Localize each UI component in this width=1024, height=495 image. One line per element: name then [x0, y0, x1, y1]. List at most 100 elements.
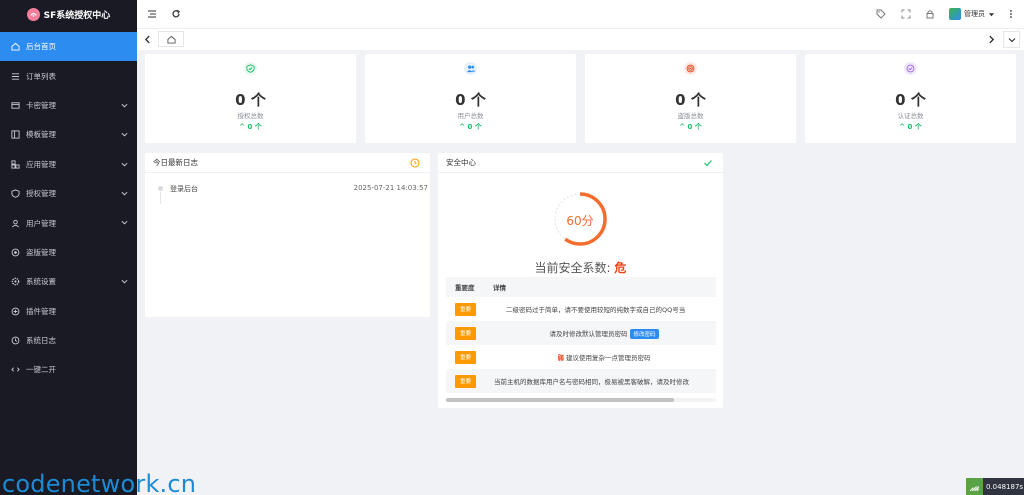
sidebar-item-dashboard[interactable]: 后台首页: [0, 32, 137, 62]
security-panel-header: 安全中心: [438, 153, 723, 173]
sidebar-item-logs[interactable]: 系统日志: [0, 326, 137, 355]
stat-card-licenses: 0 个 授权总数 ^ 0 个: [145, 54, 356, 143]
sidebar-item-label: 一键二开: [26, 365, 56, 375]
change-password-button[interactable]: 修改密码: [630, 328, 659, 339]
stat-card-verified: 0 个 认证总数 ^ 0 个: [805, 54, 1016, 143]
chevron-down-icon: [121, 221, 128, 225]
row-detail: 请及时修改默认管理员密码 修改密码: [492, 328, 716, 339]
trend-value: 0 个: [687, 123, 702, 131]
security-status-prefix: 当前安全系数:: [534, 261, 611, 275]
sidebar-item-apps[interactable]: 应用管理: [0, 150, 137, 179]
importance-badge: 重要: [455, 350, 476, 364]
sidebar-item-licenses[interactable]: 授权管理: [0, 179, 137, 208]
chevron-down-icon: [121, 279, 128, 284]
sidebar-item-label: 授权管理: [26, 189, 56, 199]
table-row: 重要 弱建议使用复杂一点管理员密码: [446, 345, 716, 369]
sidebar-item-piracy[interactable]: 盗版管理: [0, 238, 137, 267]
sidebar-item-plugins[interactable]: 插件管理: [0, 297, 137, 326]
target-icon: [684, 62, 697, 75]
clock-icon: [11, 336, 20, 345]
table-header-detail: 详情: [493, 284, 506, 292]
row-detail: 当前主机的数据库用户名与密码相同，极易被黑客破解，请及时修改: [494, 378, 689, 386]
tag-icon[interactable]: [876, 9, 886, 19]
verified-icon: [904, 62, 917, 75]
watermark: codenetwork.cn: [2, 470, 197, 495]
stat-card-piracy: 0 个 盗版总数 ^ 0 个: [585, 54, 796, 143]
weak-mark: 弱: [557, 354, 565, 362]
stat-value: 0 个: [455, 91, 486, 109]
avatar: [949, 8, 961, 20]
pirate-icon: [11, 248, 20, 257]
menu-toggle-icon[interactable]: [147, 9, 157, 19]
trend-up-icon: ^: [899, 123, 906, 131]
log-item: 登录后台 2025-07-21 14:03:57: [158, 184, 428, 204]
sidebar-item-redevelop[interactable]: 一键二开: [0, 355, 137, 384]
lock-icon[interactable]: [925, 9, 935, 19]
fullscreen-icon[interactable]: [901, 9, 911, 19]
stat-trend: ^ 0 个: [145, 122, 356, 132]
logo-icon: [26, 7, 40, 21]
sidebar-item-label: 系统日志: [26, 336, 56, 346]
tab-home[interactable]: [158, 31, 184, 47]
template-icon: [11, 130, 20, 139]
row-detail: 二级密码过于简单，请不要使用较短的纯数字或自己的QQ号当: [506, 306, 686, 314]
scroll-left-icon[interactable]: [143, 35, 152, 44]
trend-value: 0 个: [247, 123, 262, 131]
stat-label: 认证总数: [897, 112, 924, 120]
sidebar-item-label: 后台首页: [26, 42, 56, 52]
table-row: 重要 请及时修改默认管理员密码 修改密码: [446, 321, 716, 345]
sidebar-item-label: 订单列表: [26, 71, 56, 81]
stat-label: 授权总数: [237, 112, 264, 120]
importance-badge: 重要: [455, 326, 476, 340]
sidebar-item-users[interactable]: 用户管理: [0, 208, 137, 237]
security-status-level: 危: [614, 261, 627, 275]
list-icon: [11, 72, 20, 81]
gear-icon: [11, 277, 20, 286]
stat-value: 0 个: [675, 91, 706, 109]
stat-label: 盗版总数: [677, 112, 704, 120]
trend-up-icon: ^: [239, 123, 246, 131]
stat-trend: ^ 0 个: [585, 122, 796, 132]
sidebar-item-cards[interactable]: 卡密管理: [0, 91, 137, 120]
stat-trend: ^ 0 个: [805, 122, 1016, 132]
chevron-down-icon: [121, 132, 128, 137]
sidebar-menu: 后台首页 订单列表 卡密管理 模板管理 应用管理 授权管理 用户管理 盗版管理 …: [0, 32, 137, 385]
security-panel-title: 安全中心: [446, 158, 476, 167]
log-panel-title: 今日最新日志: [153, 158, 198, 167]
brand[interactable]: SF系统授权中心: [0, 0, 137, 28]
sidebar-item-templates[interactable]: 模板管理: [0, 120, 137, 149]
table-row: 重要 二级密码过于简单，请不要使用较短的纯数字或自己的QQ号当: [446, 297, 716, 321]
refresh-icon[interactable]: [171, 9, 181, 19]
scrollbar-thumb[interactable]: [446, 398, 674, 402]
sidebar-item-orders[interactable]: 订单列表: [0, 61, 137, 90]
log-text: 登录后台: [170, 185, 198, 193]
chevron-down-icon: [121, 162, 128, 167]
importance-badge: 重要: [455, 302, 476, 316]
home-icon: [11, 42, 20, 51]
timeline-line: [160, 192, 161, 204]
stat-label: 用户总数: [457, 112, 484, 120]
log-time: 2025-07-21 14:03:57: [353, 184, 428, 192]
tabs-dropdown[interactable]: [1003, 31, 1020, 48]
row-detail-text: 建议使用复杂一点管理员密码: [566, 354, 651, 362]
user-name: 管理员: [964, 10, 985, 18]
horizontal-scrollbar[interactable]: [446, 398, 716, 402]
stat-card-users: 0 个 用户总数 ^ 0 个: [365, 54, 576, 143]
stat-value: 0 个: [235, 91, 266, 109]
user-menu[interactable]: 管理员: [949, 7, 995, 21]
sidebar-item-label: 系统设置: [26, 277, 56, 287]
security-panel: 安全中心 60分 当前安全系数: 危 重要度 详情 重要 二级密码过于简单，请不…: [438, 153, 723, 408]
table-header: 重要度 详情: [446, 277, 716, 297]
user-icon: [11, 219, 20, 228]
more-vertical-icon[interactable]: [1006, 9, 1016, 19]
chevron-down-icon: [121, 191, 128, 196]
scroll-right-icon[interactable]: [987, 35, 996, 44]
shield-icon: [11, 189, 20, 198]
row-detail-text: 请及时修改默认管理员密码: [549, 329, 628, 338]
check-icon: [704, 160, 712, 167]
top-header: 管理员: [137, 0, 1024, 28]
trend-up-icon: ^: [679, 123, 686, 131]
clock-icon: [410, 158, 420, 168]
timeline-dot: [158, 186, 163, 191]
sidebar-item-settings[interactable]: 系统设置: [0, 267, 137, 296]
